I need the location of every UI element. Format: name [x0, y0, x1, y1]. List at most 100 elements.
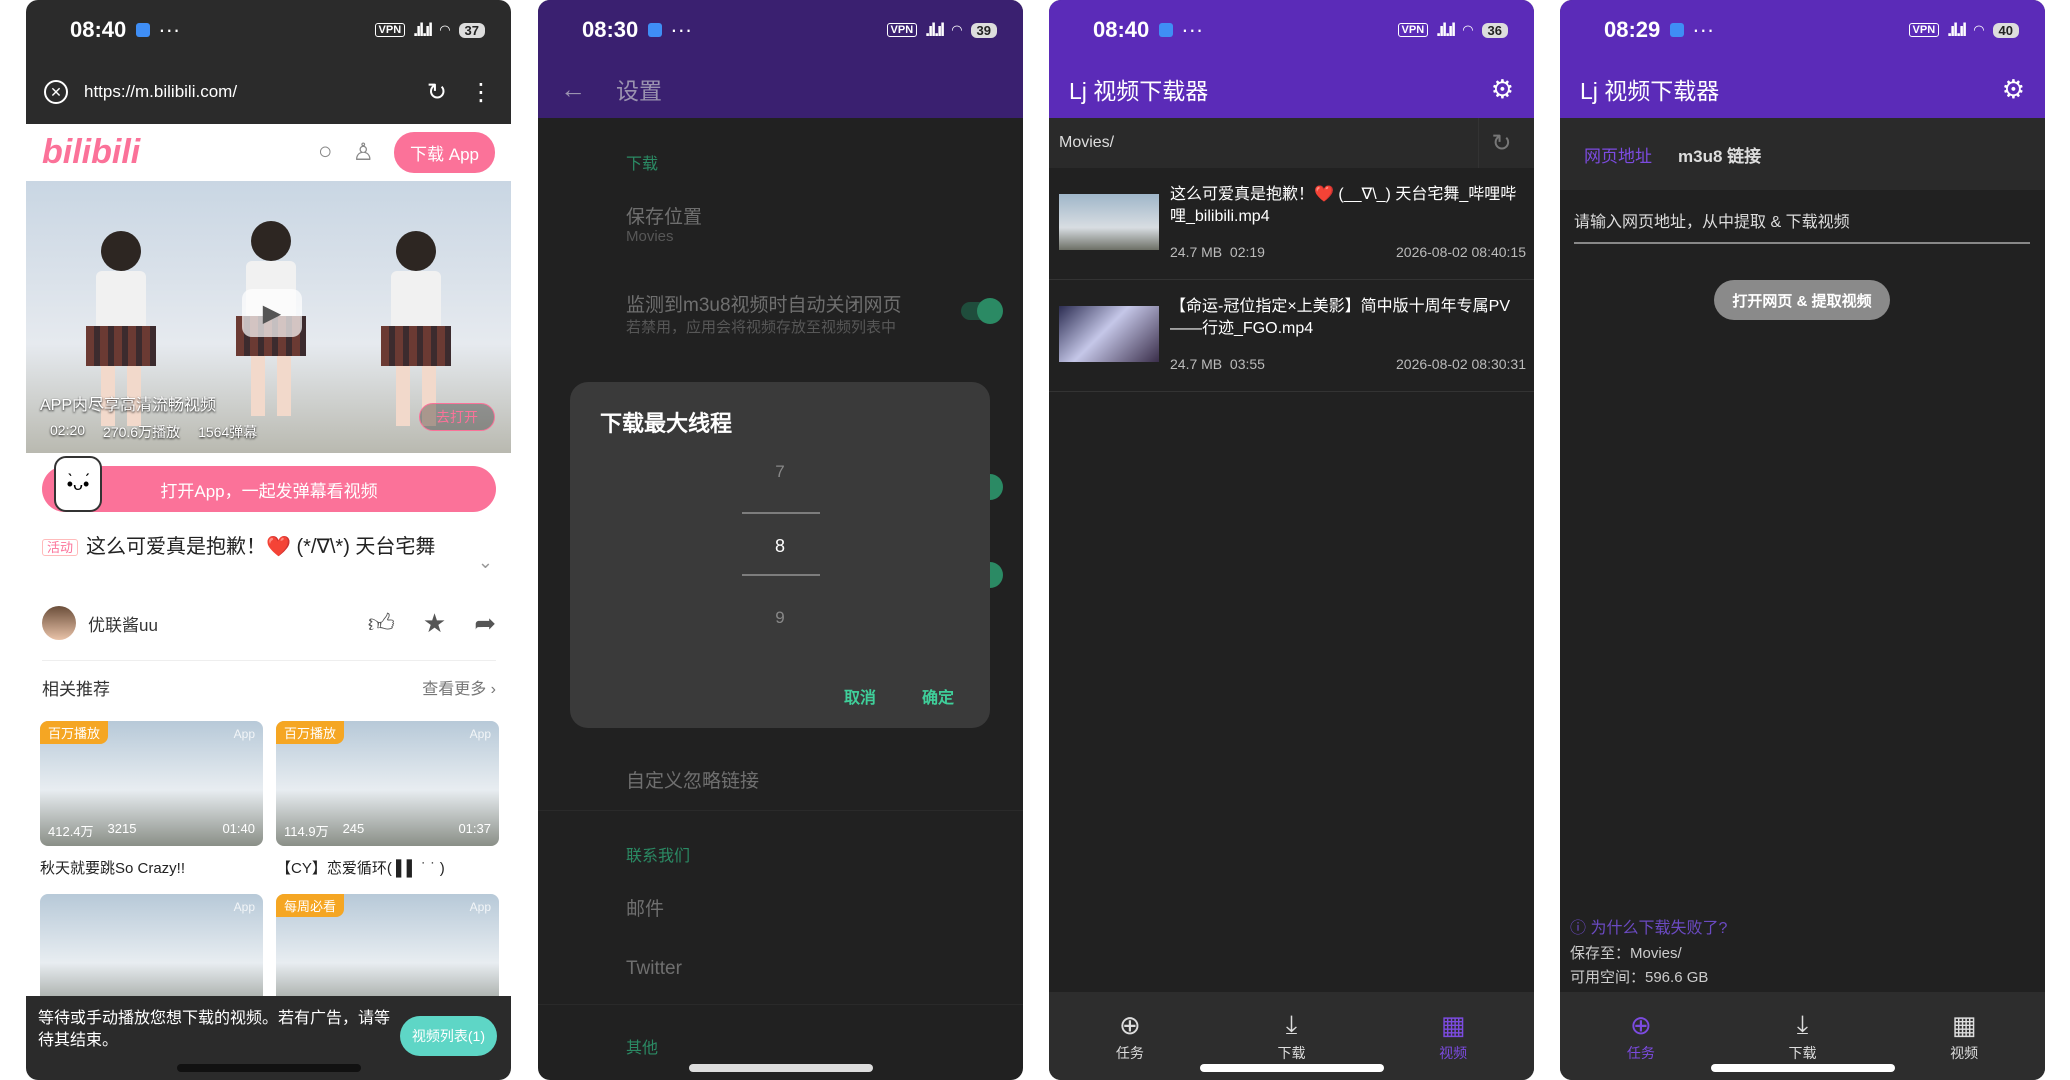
- more-notifications-icon: ···: [670, 17, 693, 42]
- play-icon[interactable]: ▶: [242, 289, 302, 337]
- download-tip-text: 等待或手动播放您想下载的视频。若有广告，请等待其结束。: [38, 1010, 391, 1049]
- uploader-row: 优联酱uu 👍︎ ★ ➦: [42, 606, 496, 640]
- app-notification-icon: [1159, 23, 1174, 37]
- nav-tasks[interactable]: ⊕ 任务: [1560, 992, 1722, 1080]
- home-indicator[interactable]: [688, 1064, 873, 1072]
- battery-icon: 39: [970, 22, 997, 38]
- divider: [538, 1004, 1023, 1005]
- card-meta: 114.9万 245 01:37: [284, 821, 491, 840]
- star-icon[interactable]: ★: [423, 608, 446, 639]
- card-danmaku: 3215: [107, 821, 137, 836]
- picker-next[interactable]: 9: [570, 608, 990, 628]
- file-info: 24.7 MB 02:19: [1170, 244, 1265, 260]
- tab-web-address[interactable]: 网页地址: [1584, 142, 1652, 167]
- browser-url-bar: ✕ https://m.bilibili.com/ ↻ ⋮: [26, 60, 511, 124]
- app-bar: Lj 视频下载器 ⚙: [1560, 60, 2045, 118]
- card-title[interactable]: 秋天就要跳So Crazy!!: [40, 857, 185, 878]
- home-indicator[interactable]: [176, 1064, 361, 1072]
- video-frame-dancer: [381, 231, 451, 426]
- home-indicator[interactable]: [1199, 1064, 1384, 1072]
- divider: [42, 660, 496, 661]
- open-in-app-button[interactable]: 去打开: [419, 403, 495, 431]
- more-notifications-icon: ···: [1181, 17, 1204, 42]
- video-player[interactable]: ▶ APP内尽享高清流畅视频 02:20 270.6万播放 1564弹幕 去打开: [26, 181, 511, 453]
- video-title: 活动 这么可爱真是抱歉！❤️ (*/∇\*) 天台宅舞: [42, 532, 472, 563]
- auto-close-setting[interactable]: 监测到m3u8视频时自动关闭网页: [626, 290, 902, 317]
- back-arrow-icon[interactable]: ←: [560, 74, 586, 105]
- video-file-row[interactable]: 这么可爱真是抱歉！❤️ (__∇\_) 天台宅舞_哔哩哔哩_bilibili.m…: [1049, 168, 1534, 280]
- card-badge: 每周必看: [276, 894, 345, 917]
- more-notifications-icon: ···: [158, 17, 181, 42]
- path-bar: Movies/ ↻: [1049, 118, 1534, 168]
- search-icon[interactable]: ○: [318, 138, 333, 166]
- wifi-icon: ◠: [1973, 22, 1985, 37]
- vpn-icon: VPN: [1397, 23, 1429, 37]
- related-header: 相关推荐 查看更多 ›: [42, 675, 496, 700]
- nav-videos[interactable]: ▦ 视频: [1372, 992, 1534, 1080]
- wifi-icon: ◠: [439, 22, 451, 37]
- picker-selected[interactable]: 8: [570, 536, 990, 557]
- card-title[interactable]: 【CY】恋爱循环( ▌▌ ˙ ˙ ): [276, 857, 445, 878]
- event-tag: 活动: [42, 538, 79, 556]
- mail-link[interactable]: 邮件: [626, 894, 664, 921]
- refresh-icon[interactable]: ↻: [1478, 118, 1524, 168]
- app-notification-icon: [136, 23, 151, 37]
- status-time: 08:29: [1604, 17, 1661, 42]
- url-input[interactable]: [1574, 204, 2030, 244]
- related-label: 相关推荐: [42, 680, 110, 699]
- home-indicator[interactable]: [1710, 1064, 1895, 1072]
- status-bar: 08:29 ··· VPN .ıl.ıl ◠ 40: [1560, 0, 2045, 60]
- chevron-down-icon[interactable]: ⌄: [478, 552, 493, 573]
- battery-icon: 36: [1481, 22, 1508, 38]
- avatar[interactable]: [42, 606, 76, 640]
- free-space-text: 可用空间：596.6 GB: [1570, 969, 1709, 986]
- nav-tasks[interactable]: ⊕ 任务: [1049, 992, 1211, 1080]
- film-icon: ▦: [1951, 1009, 1977, 1040]
- app-notification-icon: [1670, 23, 1685, 37]
- close-icon[interactable]: ✕: [44, 80, 68, 104]
- card-badge: 百万播放: [276, 721, 345, 744]
- why-failed-link[interactable]: ⓘ 为什么下载失败了?: [1570, 914, 1727, 938]
- twitter-link[interactable]: Twitter: [626, 958, 682, 980]
- auto-close-toggle[interactable]: [961, 298, 1003, 324]
- related-card[interactable]: 百万播放 App 114.9万 245 01:37: [276, 721, 499, 846]
- picker-prev[interactable]: 7: [570, 462, 990, 482]
- uploader-name[interactable]: 优联酱uu: [88, 611, 340, 636]
- card-badge: 百万播放: [40, 721, 109, 744]
- video-file-row[interactable]: 【命运-冠位指定×上美影】简中版十周年专属PV——行迹_FGO.mp4 24.7…: [1049, 280, 1534, 392]
- reload-icon[interactable]: ↻: [427, 78, 447, 107]
- card-duration: 01:40: [222, 821, 255, 836]
- signal-icon: .ıl.ıl: [1947, 19, 1967, 40]
- app-bar: ← 设置: [538, 60, 1023, 118]
- gear-icon[interactable]: ⚙: [2002, 74, 2025, 105]
- tab-m3u8-link[interactable]: m3u8 链接: [1678, 142, 1761, 167]
- like-icon[interactable]: 👍︎: [368, 608, 395, 639]
- phone-settings-screen: 08:30 ··· VPN .ıl.ıl ◠ 39 ← 设置 下载 保存位置 M…: [538, 0, 1023, 1080]
- related-card[interactable]: 百万播放 App 412.4万 3215 01:40: [40, 721, 263, 846]
- video-overlay-title: APP内尽享高清流畅视频: [40, 397, 217, 414]
- share-icon[interactable]: ➦: [474, 608, 496, 639]
- cancel-button[interactable]: 取消: [844, 684, 876, 708]
- video-thumbnail: [1059, 194, 1159, 250]
- video-title-text: 这么可爱真是抱歉！❤️ (*/∇\*) 天台宅舞: [86, 536, 436, 558]
- nav-videos[interactable]: ▦ 视频: [1883, 992, 2045, 1080]
- section-contact: 联系我们: [626, 848, 691, 865]
- download-app-button[interactable]: 下载 App: [394, 131, 495, 173]
- card-plays: 412.4万: [48, 824, 94, 839]
- picker-line: [742, 512, 820, 514]
- ok-button[interactable]: 确定: [922, 684, 954, 708]
- video-list-button[interactable]: 视频列表(1): [399, 1016, 497, 1056]
- app-bar: Lj 视频下载器 ⚙: [1049, 60, 1534, 118]
- see-more-link[interactable]: 查看更多 ›: [422, 675, 496, 700]
- card-app-label: App: [233, 900, 255, 914]
- user-icon[interactable]: ♙: [353, 138, 375, 167]
- custom-ignore-links[interactable]: 自定义忽略链接: [626, 766, 759, 793]
- open-app-banner[interactable]: 打开App，一起发弹幕看视频: [42, 466, 496, 512]
- gear-icon[interactable]: ⚙: [1491, 74, 1514, 105]
- bilibili-logo[interactable]: bilibili: [42, 133, 140, 172]
- open-and-extract-button[interactable]: 打开网页 & 提取视频: [1714, 280, 1890, 320]
- save-location-setting[interactable]: 保存位置: [626, 202, 702, 229]
- auto-close-desc: 若禁用，应用会将视频存放至视频列表中: [626, 319, 897, 336]
- more-vert-icon[interactable]: ⋮: [469, 78, 493, 107]
- url-text[interactable]: https://m.bilibili.com/: [84, 82, 405, 102]
